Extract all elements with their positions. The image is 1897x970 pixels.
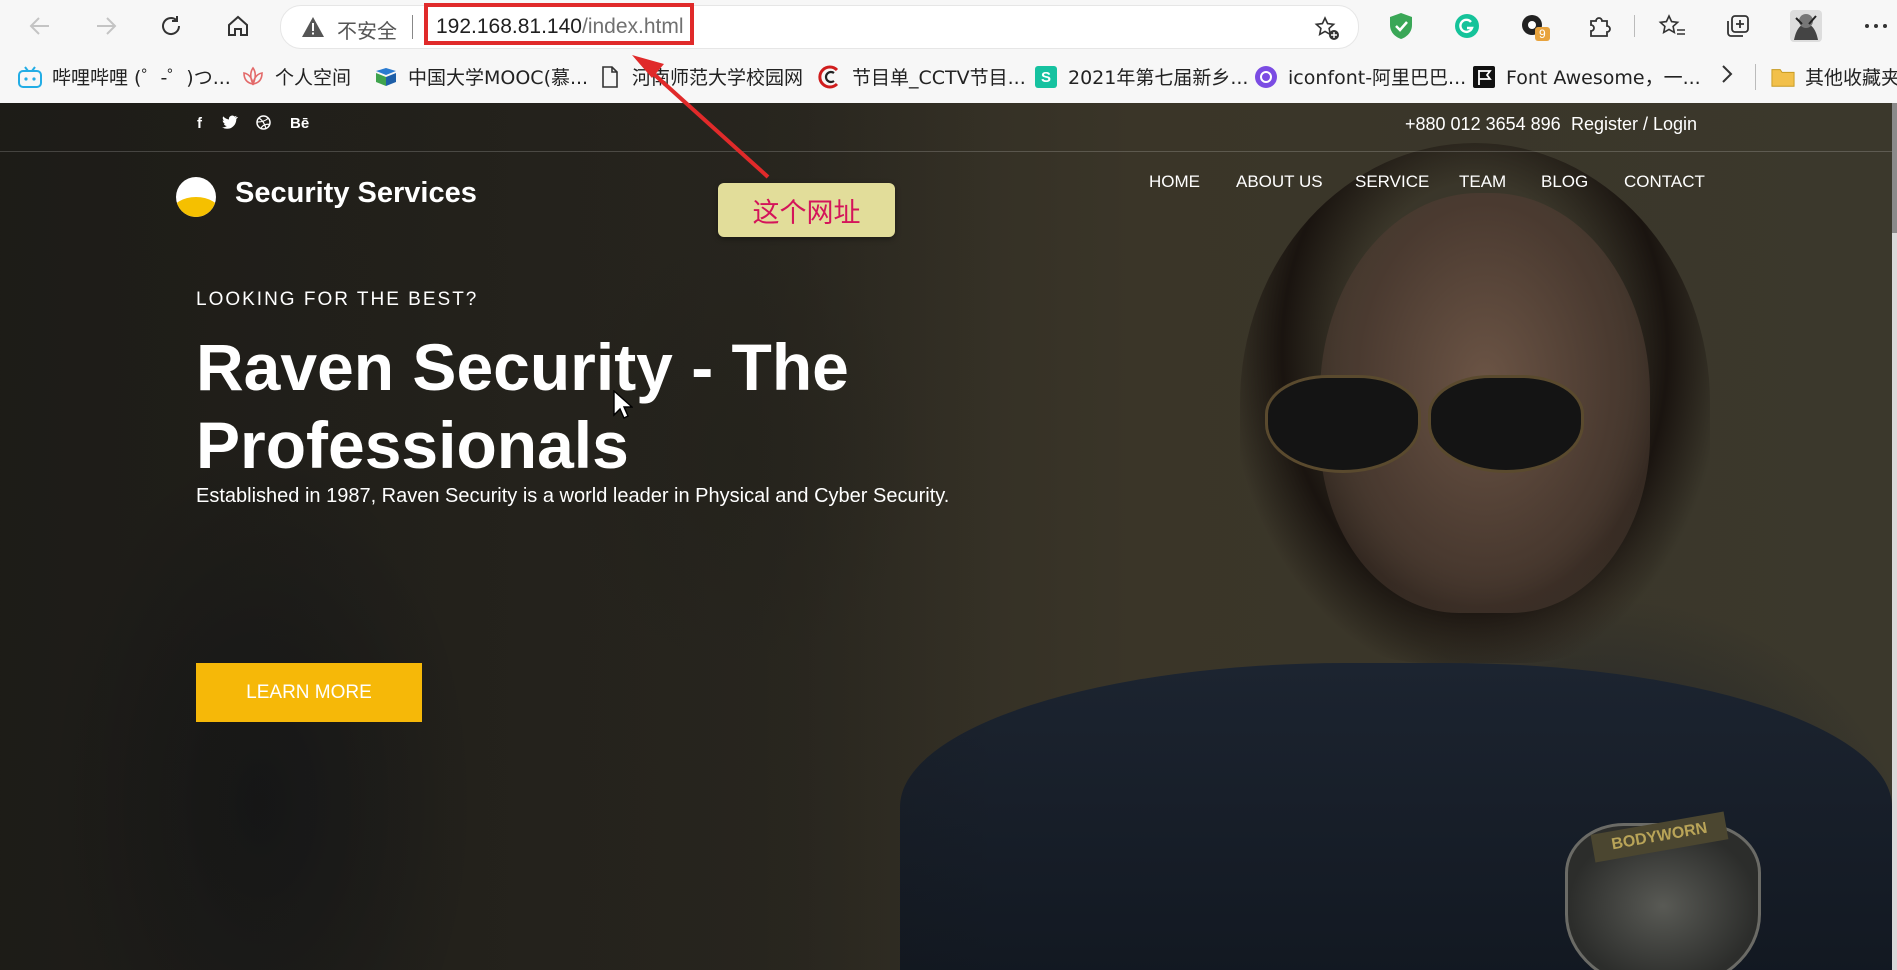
learn-more-button[interactable]: LEARN MORE [196, 663, 422, 722]
address-bar[interactable]: 不安全 192.168.81.140/index.html [280, 3, 1359, 49]
folder-icon [1771, 65, 1795, 89]
extension-badge: 9 [1535, 27, 1550, 41]
iconfont-icon [1254, 65, 1278, 89]
bookmarks-divider [1755, 64, 1756, 90]
url-host: 192.168.81.140 [436, 15, 582, 38]
arrow-left-icon [29, 17, 49, 35]
collections-icon [1727, 15, 1749, 37]
nav-about-us[interactable]: ABOUT US [1236, 172, 1323, 192]
web-page: BODYWORN f Bē +880 012 3654 896 Register… [0, 103, 1892, 970]
bookmarks-overflow-button[interactable] [1720, 63, 1734, 85]
security-status[interactable]: 不安全 [337, 15, 397, 44]
divider [412, 15, 413, 39]
arrow-right-icon [97, 17, 117, 35]
twitter-icon[interactable] [222, 115, 238, 129]
page-icon [598, 65, 622, 89]
profile-avatar-button[interactable] [1789, 9, 1823, 43]
back-button[interactable] [20, 6, 60, 46]
svg-text:S: S [1041, 69, 1051, 86]
bookmark-label: 节目单_CCTV节目... [852, 67, 1026, 89]
grammarly-button[interactable] [1452, 11, 1482, 41]
sunglasses-right-lens [1428, 375, 1584, 473]
toolbar-divider [1634, 15, 1635, 37]
warning-icon[interactable] [301, 16, 325, 38]
more-menu-button[interactable] [1861, 11, 1891, 41]
bookmark-iconfont[interactable]: iconfont-阿里巴巴... [1254, 63, 1466, 90]
url-path: /index.html [581, 15, 684, 38]
nav-blog[interactable]: BLOG [1541, 172, 1588, 192]
bookmark-label: 其他收藏夹 [1805, 67, 1897, 89]
bilibili-icon [18, 65, 42, 89]
site-brand[interactable]: Security Services [235, 177, 477, 210]
bookmark-label: 2021年第七届新乡... [1068, 67, 1249, 89]
favorites-button[interactable] [1657, 11, 1687, 41]
bookmark-label: 哔哩哔哩 (゜-゜)つ... [52, 67, 231, 89]
bookmark-bilibili[interactable]: 哔哩哔哩 (゜-゜)つ... [18, 63, 231, 90]
shield-check-icon [1390, 13, 1412, 39]
nav-service[interactable]: SERVICE [1355, 172, 1429, 192]
forward-button[interactable] [86, 6, 126, 46]
hero-title: Raven Security - The Professionals [196, 330, 849, 482]
bookmark-label: iconfont-阿里巴巴... [1288, 67, 1467, 89]
url-text[interactable]: 192.168.81.140/index.html [436, 15, 684, 39]
sunglasses-left-lens [1265, 375, 1421, 473]
mouse-cursor-icon [613, 390, 633, 419]
bookmark-personal-space[interactable]: 个人空间 [241, 63, 351, 90]
shield-extension-button[interactable] [1386, 11, 1416, 41]
bookmark-label: 中国大学MOOC(慕... [408, 67, 589, 89]
extension-with-badge-button[interactable]: 9 [1518, 11, 1550, 41]
site-topbar: f Bē +880 012 3654 896 Register / Login [0, 103, 1892, 152]
cctv-icon [818, 65, 842, 89]
hero-eyebrow: LOOKING FOR THE BEST? [196, 289, 479, 310]
bookmark-other-favorites[interactable]: 其他收藏夹 [1771, 63, 1897, 90]
page-scrollbar[interactable] [1892, 103, 1897, 970]
scrollbar-thumb[interactable] [1892, 103, 1897, 233]
add-favorite-icon[interactable] [1314, 15, 1340, 41]
nav-home[interactable]: HOME [1149, 172, 1200, 192]
flag-icon [1472, 65, 1496, 89]
chevron-right-icon [1722, 65, 1733, 83]
annotation-note: 这个网址 [718, 183, 895, 237]
mooc-icon [374, 65, 398, 89]
nav-contact[interactable]: CONTACT [1624, 172, 1705, 192]
site-logo-icon[interactable] [176, 177, 216, 217]
contact-phone: +880 012 3654 896 [1405, 114, 1561, 134]
more-icon [1865, 24, 1887, 28]
browser-toolbar: 不安全 192.168.81.140/index.html 9 [0, 0, 1897, 51]
collections-button[interactable] [1723, 11, 1753, 41]
bookmark-cctv[interactable]: 节目单_CCTV节目... [818, 63, 1026, 90]
home-button[interactable] [218, 6, 258, 46]
bookmarks-bar: 哔哩哔哩 (゜-゜)つ... 个人空间 中国大学MOOC(慕... 河南师范大学… [0, 51, 1897, 104]
dribbble-icon[interactable] [256, 115, 271, 130]
bookmark-font-awesome[interactable]: Font Awesome，一... [1472, 63, 1701, 90]
avatar-icon [1790, 10, 1822, 42]
bookmark-mooc[interactable]: 中国大学MOOC(慕... [374, 63, 588, 90]
bookmark-henan-normal-university[interactable]: 河南师范大学校园网 [598, 63, 803, 90]
facebook-icon[interactable]: f [197, 115, 202, 132]
s-icon: S [1034, 65, 1058, 89]
lotus-icon [241, 65, 265, 89]
register-login-link[interactable]: Register / Login [1571, 114, 1697, 135]
bookmark-label: 河南师范大学校园网 [632, 67, 804, 89]
favorites-list-icon [1658, 14, 1685, 35]
hero-description: Established in 1987, Raven Security is a… [196, 485, 950, 507]
refresh-icon [162, 16, 181, 35]
bookmark-label: 个人空间 [275, 67, 352, 89]
puzzle-icon [1590, 17, 1611, 37]
grammarly-icon [1455, 14, 1479, 38]
nav-team[interactable]: TEAM [1459, 172, 1506, 192]
home-icon [228, 15, 248, 36]
behance-icon[interactable]: Bē [290, 115, 309, 132]
extensions-button[interactable] [1584, 11, 1614, 41]
bookmark-label: Font Awesome，一... [1506, 67, 1701, 89]
bookmark-xinxiang-event[interactable]: S 2021年第七届新乡... [1034, 63, 1248, 90]
refresh-button[interactable] [151, 6, 191, 46]
